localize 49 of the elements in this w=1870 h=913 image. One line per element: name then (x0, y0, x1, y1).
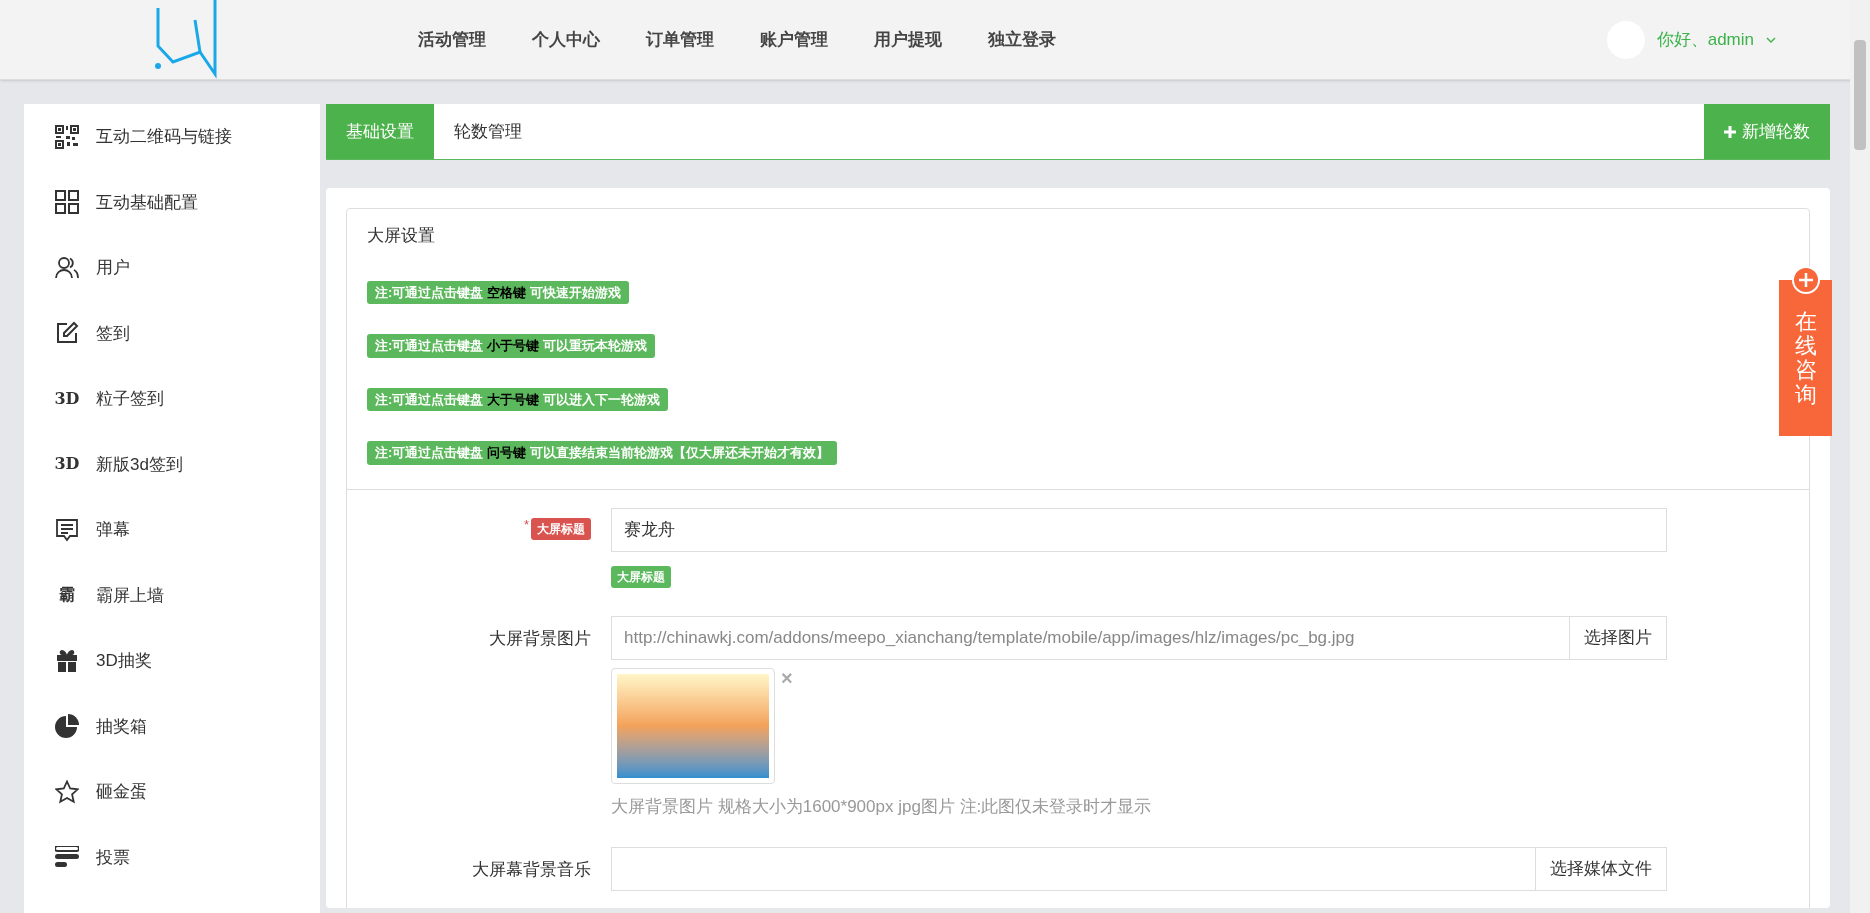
hint-label: 大屏标题 (611, 565, 671, 588)
glyph-icon: 3D (54, 386, 80, 411)
keyboard-note: 注:可通过点击键盘 空格键 可快速开始游戏 (367, 280, 629, 304)
message-icon (55, 517, 79, 542)
glyph-icon: 霸 (59, 583, 75, 608)
glyph-icon: 3D (54, 452, 80, 477)
choose-button[interactable]: 选择图片 (1570, 615, 1667, 660)
help-text: 大屏背景图片 规格大小为1600*900px jpg图片 注:此图仅未登录时才显示 (611, 795, 1152, 818)
pie-chart-icon (55, 714, 79, 739)
field-label: 大屏标题 (531, 517, 591, 540)
field-label: 大屏背景图片 (489, 627, 591, 650)
grid-icon (55, 190, 79, 215)
consult-label: 在线咨询 (1794, 310, 1817, 409)
qr-code-icon (55, 124, 79, 149)
nav-link[interactable]: 用户提现 (874, 26, 942, 53)
sidebar-item[interactable]: 3D 新版3d签到 (54, 431, 320, 497)
sidebar-item[interactable]: 3D抽奖 (54, 628, 320, 694)
url-input[interactable]: http://chinawkj.com/addons/meepo_xianchang/template/mobile/app/images/hlz/images/pc_bg.jpg (611, 615, 1570, 660)
chevron-down-icon (1766, 36, 1776, 43)
nav-link[interactable]: 订单管理 (646, 26, 714, 53)
choose-button[interactable]: 选择媒体文件 (1536, 847, 1667, 891)
sidebar-item[interactable]: 砸金蛋 (54, 759, 320, 825)
required-mark: * (523, 517, 529, 531)
plus-icon (1724, 125, 1736, 138)
title-input[interactable]: 赛龙舟 (611, 507, 1667, 552)
sidebar-item[interactable]: 投票 (54, 824, 320, 890)
sidebar-item[interactable]: 弹幕 (54, 497, 320, 563)
users-icon (55, 256, 79, 279)
keyboard-note: 注:可通过点击键盘 问号键 可以直接结束当前轮游戏【仅大屏还未开始才有效】 (367, 441, 837, 465)
keyboard-note: 注:可通过点击键盘 小于号键 可以重玩本轮游戏 (367, 334, 655, 358)
star-icon (55, 779, 79, 804)
sidebar-item[interactable]: 签到 (54, 300, 320, 366)
bars-icon (55, 846, 79, 869)
nav-link[interactable]: 账户管理 (760, 26, 828, 53)
nav-link[interactable]: 独立登录 (988, 26, 1056, 53)
sidebar-item[interactable]: 抽奖箱 (54, 693, 320, 759)
keyboard-note: 注:可通过点击键盘 大于号键 可以进入下一轮游戏 (367, 387, 668, 411)
panel-title: 大屏设置 (367, 225, 436, 247)
nav-link[interactable]: 个人中心 (532, 26, 600, 53)
url-input[interactable] (611, 847, 1536, 891)
sidebar-item[interactable]: 互动二维码与链接 (54, 104, 320, 170)
sidebar-item[interactable]: 互动基础配置 (54, 169, 320, 235)
sidebar-item[interactable]: 3D 粒子签到 (54, 366, 320, 432)
sidebar-item[interactable]: 霸 霸屏上墙 (54, 562, 320, 628)
gift-icon (55, 648, 79, 673)
field-label: 大屏幕背景音乐 (472, 859, 591, 881)
edit-icon (55, 321, 79, 346)
nav-link[interactable]: 活动管理 (418, 26, 486, 53)
sidebar-item[interactable]: 用户 (54, 235, 320, 301)
